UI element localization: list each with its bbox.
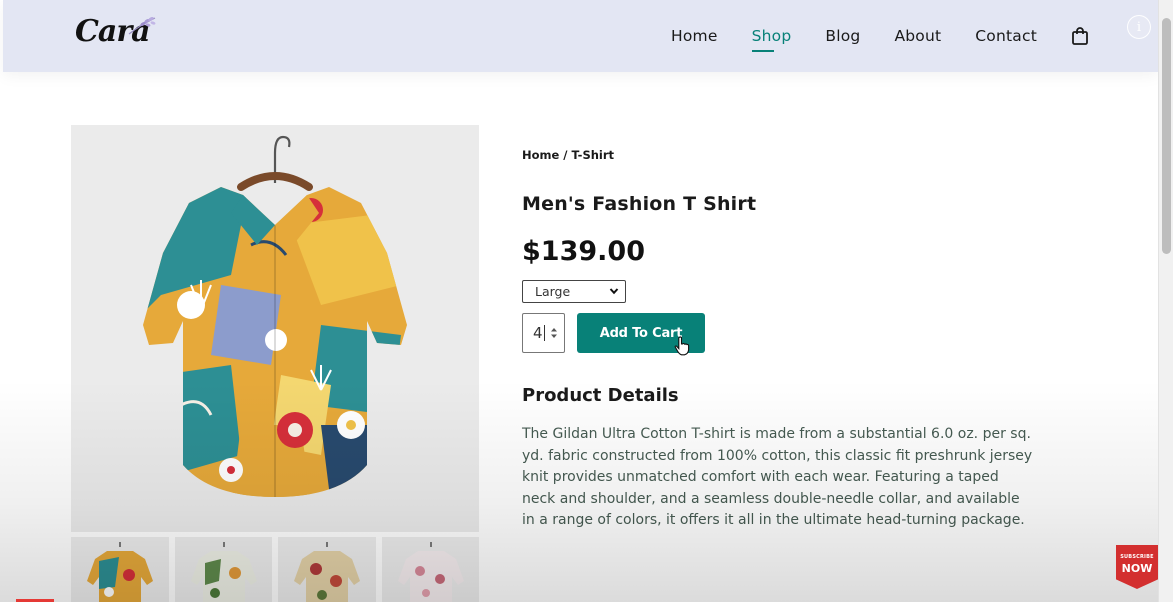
subscribe-badge[interactable]: SUBSCRIBE NOW bbox=[1114, 543, 1160, 591]
nav-shop-link[interactable]: Shop bbox=[751, 27, 792, 52]
breadcrumb: Home / T-Shirt bbox=[522, 148, 615, 162]
product-description: The Gildan Ultra Cotton T-shirt is made … bbox=[522, 426, 1033, 529]
subscribe-badge-shape: SUBSCRIBE NOW bbox=[1116, 545, 1158, 589]
size-select-value: Large bbox=[535, 284, 571, 299]
logo[interactable]: Cara bbox=[75, 12, 165, 56]
floral-shirt-thumbnail bbox=[87, 542, 153, 602]
product-details-heading: Product Details bbox=[522, 385, 679, 406]
quantity-input[interactable]: 4 bbox=[522, 313, 565, 353]
thumbnail-4[interactable] bbox=[381, 537, 479, 602]
lavender-sprig-icon bbox=[128, 16, 156, 35]
thumbnail-2[interactable] bbox=[174, 537, 272, 602]
chevron-down-icon bbox=[609, 288, 619, 295]
nav-about-link[interactable]: About bbox=[894, 27, 941, 45]
main-nav: Home Shop Blog About Contact bbox=[671, 0, 1089, 72]
nav-blog-link[interactable]: Blog bbox=[825, 27, 860, 45]
hand-cursor-icon bbox=[674, 336, 690, 356]
subscribe-small-text: SUBSCRIBE bbox=[1120, 554, 1154, 560]
cart-link[interactable] bbox=[1071, 26, 1089, 46]
subscribe-big-text: NOW bbox=[1121, 562, 1153, 575]
floral-shirt-thumbnail bbox=[294, 542, 360, 602]
vertical-scrollbar[interactable] bbox=[1158, 0, 1173, 602]
thumbnail-1[interactable] bbox=[71, 537, 169, 602]
shopping-bag-icon bbox=[1072, 27, 1088, 45]
info-icon[interactable]: i bbox=[1127, 15, 1151, 39]
floral-shirt-image bbox=[143, 135, 407, 497]
floral-shirt-thumbnail bbox=[190, 542, 257, 602]
product-price: $139.00 bbox=[522, 236, 645, 267]
product-main-image[interactable] bbox=[71, 125, 479, 532]
nav-contact-link[interactable]: Contact bbox=[975, 27, 1037, 45]
scrollbar-thumb[interactable] bbox=[1162, 18, 1171, 254]
site-header: Cara Home Shop Blog About Contact bbox=[3, 0, 1158, 72]
size-select[interactable]: Large bbox=[522, 280, 626, 303]
page: Cara Home Shop Blog About Contact i Home… bbox=[0, 0, 1173, 602]
text-caret bbox=[543, 325, 545, 341]
thumbnail-3[interactable] bbox=[278, 537, 376, 602]
product-title: Men's Fashion T Shirt bbox=[522, 193, 757, 215]
quantity-value: 4 bbox=[533, 324, 543, 342]
nav-home-link[interactable]: Home bbox=[671, 27, 718, 45]
floral-shirt-thumbnail bbox=[397, 542, 464, 602]
stepper-arrows-icon[interactable] bbox=[550, 326, 558, 340]
thumbnail-strip bbox=[71, 537, 479, 602]
